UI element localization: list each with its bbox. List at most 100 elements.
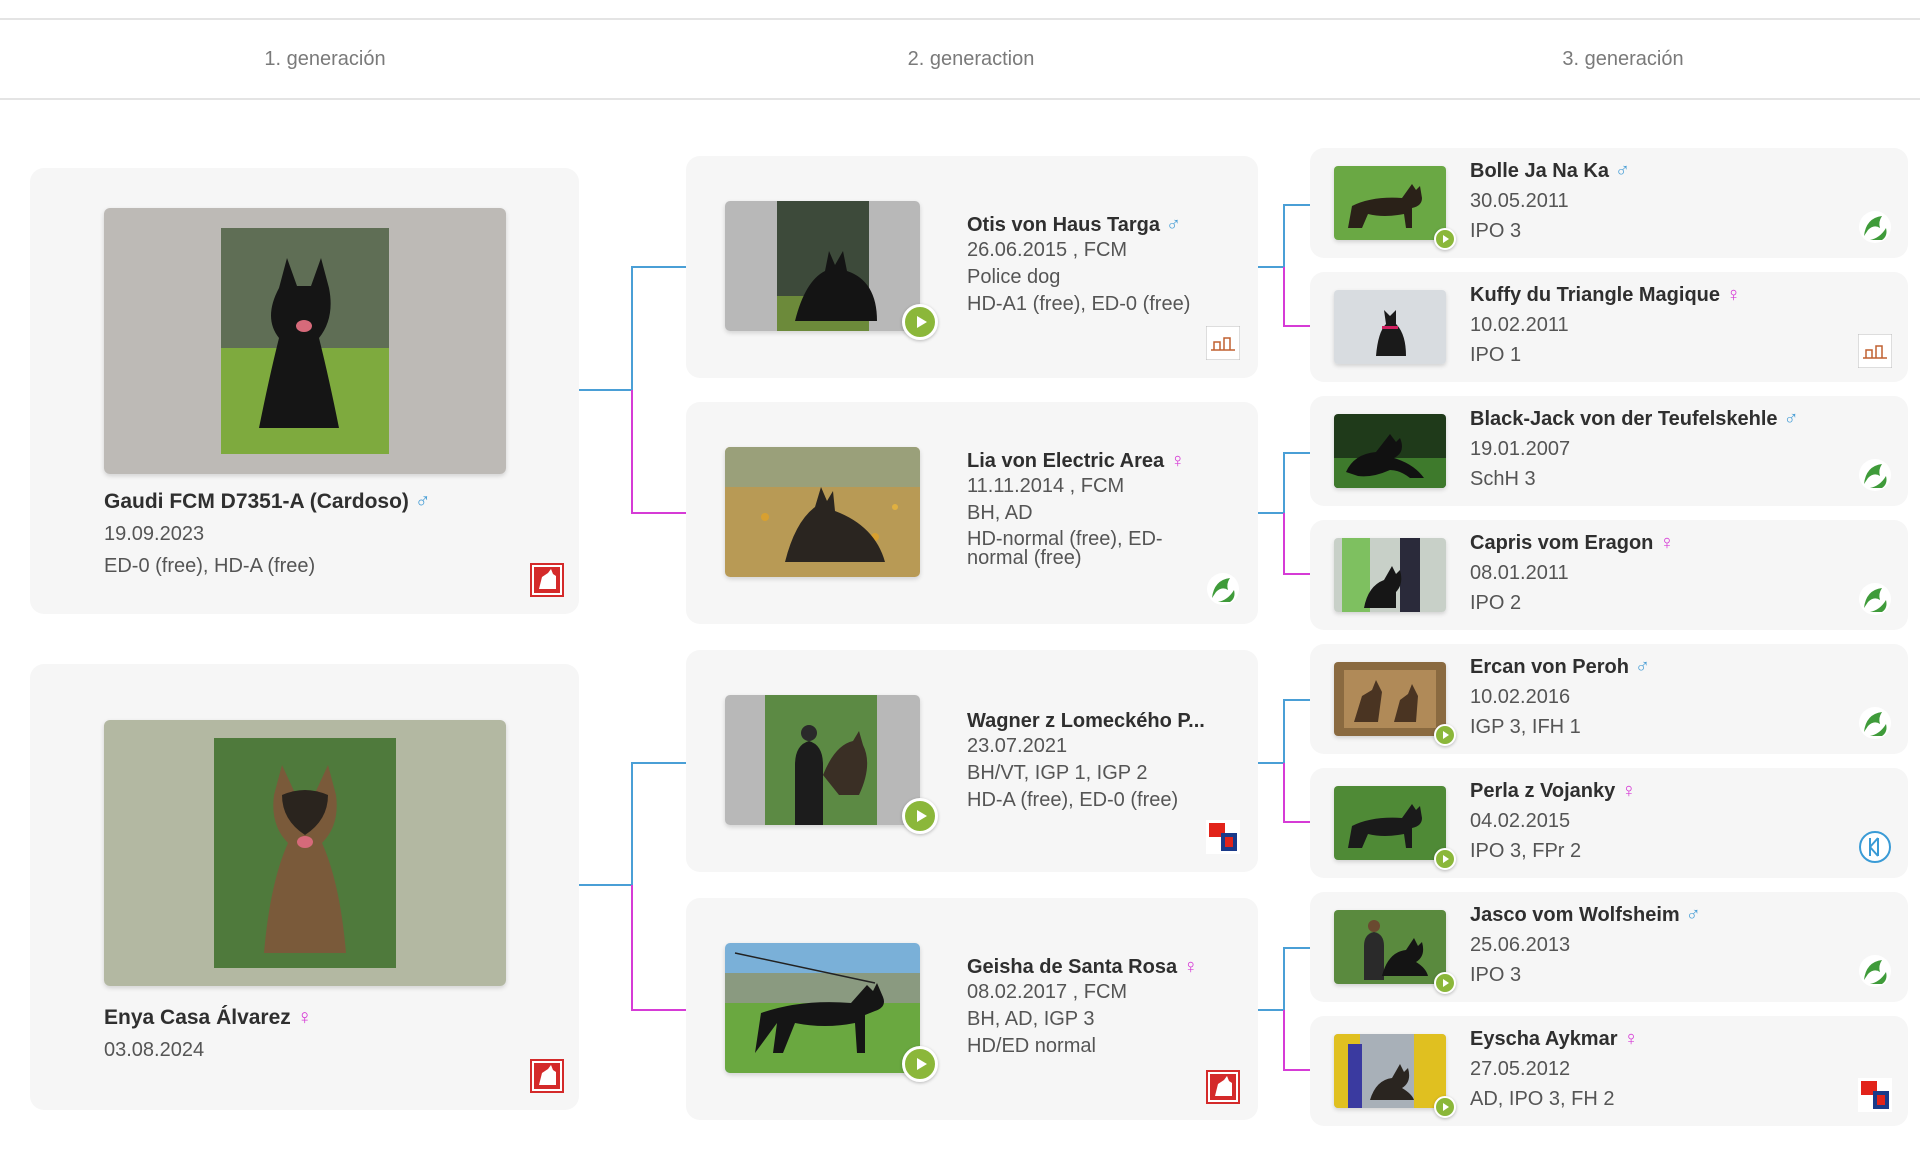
gen2-card-4[interactable]: Geisha de Santa Rosa ♀ 08.02.2017 , FCM B… — [686, 898, 1258, 1120]
gen3-card-1[interactable]: Bolle Ja Na Ka ♂ 30.05.2011 IPO 3 — [1310, 148, 1908, 258]
green-leaf-logo-icon — [1859, 707, 1891, 739]
dog-info: Lia von Electric Area ♀ 11.11.2014 , FCM … — [967, 450, 1197, 568]
dog-photo[interactable] — [1334, 786, 1446, 860]
gen3-card-4[interactable]: Capris vom Eragon ♀ 08.01.2011 IPO 2 — [1310, 520, 1908, 630]
connector-line — [1258, 699, 1310, 764]
play-video-button[interactable] — [1434, 228, 1456, 250]
breed-club-logo-icon — [1206, 1070, 1240, 1104]
gen2-card-2[interactable]: Lia von Electric Area ♀ 11.11.2014 , FCM … — [686, 402, 1258, 624]
dog-name[interactable]: Bolle Ja Na Ka ♂ — [1470, 160, 1630, 183]
dog-photo[interactable] — [1334, 1034, 1446, 1108]
dog-info: Otis von Haus Targa ♂ 26.06.2015 , FCM Po… — [967, 214, 1190, 318]
dog-name[interactable]: Otis von Haus Targa ♂ — [967, 214, 1190, 237]
play-video-button[interactable] — [1434, 724, 1456, 746]
gen2-card-1[interactable]: Otis von Haus Targa ♂ 26.06.2015 , FCM Po… — [686, 156, 1258, 378]
female-sex-icon: ♀ — [1621, 780, 1637, 802]
play-video-button[interactable] — [902, 1046, 938, 1082]
dog-info: Kuffy du Triangle Magique ♀ 10.02.2011 IP… — [1470, 284, 1741, 367]
male-sex-icon: ♂ — [1614, 160, 1630, 182]
dog-health: HD-A1 (free), ED-0 (free) — [967, 293, 1191, 315]
connector-line — [1258, 452, 1310, 514]
dog-name[interactable]: Kuffy du Triangle Magique ♀ — [1470, 284, 1741, 307]
register-logo-icon — [1858, 334, 1892, 368]
gen3-card-8[interactable]: Eyscha Aykmar ♀ 27.05.2012 AD, IPO 3, FH … — [1310, 1016, 1908, 1126]
gen3-card-6[interactable]: Perla z Vojanky ♀ 04.02.2015 IPO 3, FPr 2 — [1310, 768, 1908, 878]
green-leaf-logo-icon — [1859, 211, 1891, 243]
connector-line — [1283, 1010, 1310, 1071]
dog-photo[interactable] — [1334, 290, 1446, 364]
female-sex-icon: ♀ — [1623, 1028, 1639, 1050]
dog-info: Geisha de Santa Rosa ♀ 08.02.2017 , FCM B… — [967, 956, 1198, 1060]
dog-name[interactable]: Perla z Vojanky ♀ — [1470, 780, 1636, 803]
dog-health: HD/ED normal — [967, 1035, 1096, 1057]
gen1-card-sire[interactable]: Gaudi FCM D7351-A (Cardoso) ♂ 19.09.2023 … — [30, 168, 579, 614]
dog-name[interactable]: Black-Jack von der Teufelskehle ♂ — [1470, 408, 1799, 431]
gen3-card-3[interactable]: Black-Jack von der Teufelskehle ♂ 19.01.2… — [1310, 396, 1908, 506]
connector-line — [1283, 267, 1310, 327]
dog-photo[interactable] — [725, 943, 920, 1073]
cmkc-logo-icon — [1206, 820, 1240, 854]
dog-birthdate: 25.06.2013 — [1470, 934, 1571, 956]
dog-name[interactable]: Geisha de Santa Rosa ♀ — [967, 956, 1198, 979]
play-video-button[interactable] — [902, 798, 938, 834]
play-video-button[interactable] — [1434, 848, 1456, 870]
dog-name[interactable]: Jasco vom Wolfsheim ♂ — [1470, 904, 1701, 927]
dog-photo[interactable] — [1334, 414, 1446, 488]
female-sex-icon: ♀ — [1170, 450, 1186, 472]
dog-name[interactable]: Wagner z Lomeckého P... — [967, 710, 1205, 733]
gen2-card-3[interactable]: Wagner z Lomeckého P... 23.07.2021 BH/VT… — [686, 650, 1258, 872]
connector-line — [631, 885, 686, 1011]
dog-titles: AD, IPO 3, FH 2 — [1470, 1088, 1615, 1110]
breed-club-logo-icon — [530, 1059, 564, 1093]
dog-name[interactable]: Lia von Electric Area ♀ — [967, 450, 1197, 473]
connector-line — [579, 266, 686, 391]
dog-photo[interactable] — [1334, 538, 1446, 612]
dog-birthdate: 19.01.2007 — [1470, 438, 1571, 460]
dog-info: Wagner z Lomeckého P... 23.07.2021 BH/VT… — [967, 710, 1205, 814]
dog-photo[interactable] — [725, 201, 920, 331]
cmkc-logo-icon — [1858, 1078, 1892, 1112]
dog-photo[interactable] — [725, 447, 920, 577]
dog-birthdate: 27.05.2012 — [1470, 1058, 1571, 1080]
dog-health: ED-0 (free), HD-A (free) — [104, 555, 316, 577]
dog-photo[interactable] — [104, 208, 506, 474]
dog-name[interactable]: Enya Casa Álvarez ♀ — [104, 1006, 313, 1030]
dog-name[interactable]: Gaudi FCM D7351-A (Cardoso) ♂ — [104, 490, 431, 514]
play-video-button[interactable] — [1434, 1096, 1456, 1118]
dog-birthdate: 26.06.2015 , FCM — [967, 239, 1128, 261]
female-sex-icon: ♀ — [1659, 532, 1675, 554]
dog-photo[interactable] — [1334, 910, 1446, 984]
connector-line — [1258, 204, 1310, 268]
green-leaf-logo-icon — [1859, 459, 1891, 491]
connector-line — [1283, 763, 1310, 823]
dog-titles: SchH 3 — [1470, 468, 1536, 490]
gen1-card-dam[interactable]: Enya Casa Álvarez ♀ 03.08.2024 — [30, 664, 579, 1110]
dog-photo[interactable] — [104, 720, 506, 986]
male-sex-icon: ♂ — [1783, 408, 1799, 430]
dog-info: Capris vom Eragon ♀ 08.01.2011 IPO 2 — [1470, 532, 1674, 615]
dog-photo[interactable] — [1334, 166, 1446, 240]
play-video-button[interactable] — [1434, 972, 1456, 994]
gen3-card-7[interactable]: Jasco vom Wolfsheim ♂ 25.06.2013 IPO 3 — [1310, 892, 1908, 1002]
dog-name[interactable]: Capris vom Eragon ♀ — [1470, 532, 1674, 555]
dog-info: Ercan von Peroh ♂ 10.02.2016 IGP 3, IFH 1 — [1470, 656, 1650, 739]
dog-name[interactable]: Ercan von Peroh ♂ — [1470, 656, 1650, 679]
dog-titles: IPO 2 — [1470, 592, 1522, 614]
dog-info: Jasco vom Wolfsheim ♂ 25.06.2013 IPO 3 — [1470, 904, 1701, 987]
dog-photo[interactable] — [725, 695, 920, 825]
dog-birthdate: 08.01.2011 — [1470, 562, 1569, 584]
connector-line — [579, 762, 686, 886]
connector-line — [1258, 947, 1310, 1011]
female-sex-icon: ♀ — [1183, 956, 1199, 978]
gen3-card-5[interactable]: Ercan von Peroh ♂ 10.02.2016 IGP 3, IFH 1 — [1310, 644, 1908, 754]
dog-photo[interactable] — [1334, 662, 1446, 736]
dog-health: HD-normal (free), ED-normal (free) — [967, 528, 1163, 569]
play-video-button[interactable] — [902, 304, 938, 340]
register-logo-icon — [1206, 326, 1240, 360]
connector-line — [631, 390, 686, 514]
dog-birthdate: 04.02.2015 — [1470, 810, 1571, 832]
gen3-card-2[interactable]: Kuffy du Triangle Magique ♀ 10.02.2011 IP… — [1310, 272, 1908, 382]
female-sex-icon: ♀ — [296, 1006, 313, 1029]
dog-name[interactable]: Eyscha Aykmar ♀ — [1470, 1028, 1639, 1051]
green-leaf-logo-icon — [1859, 583, 1891, 615]
